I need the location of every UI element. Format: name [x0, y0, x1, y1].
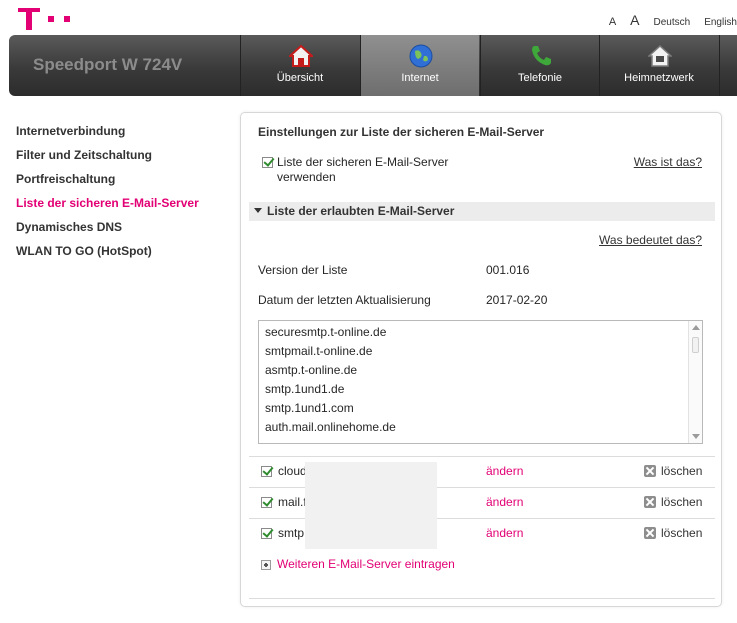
delete-icon[interactable]	[644, 465, 656, 477]
list-item: securesmtp.t-online.de	[265, 325, 387, 339]
server-enabled-checkbox[interactable]	[261, 466, 272, 477]
product-name: Speedport W 724V	[33, 55, 183, 74]
list-item: auth.mail.onlinehome.de	[265, 420, 396, 434]
use-list-checkbox[interactable]	[262, 157, 273, 168]
server-list-box[interactable]: securesmtp.t-online.de smtpmail.t-online…	[258, 320, 703, 444]
tab-heimnetzwerk[interactable]: Heimnetzwerk	[599, 35, 718, 96]
add-server-label: Weiteren E-Mail-Server eintragen	[277, 557, 455, 571]
top-navigation: A A Deutsch English	[609, 12, 737, 28]
tab-label: Telefonie	[517, 72, 563, 84]
sidebar-item-wlan-to-go[interactable]: WLAN TO GO (HotSpot)	[16, 244, 199, 268]
list-scrollbar[interactable]	[688, 321, 702, 443]
date-value: 2017-02-20	[486, 293, 548, 307]
scroll-up-icon[interactable]	[692, 325, 700, 330]
tab-telefonie[interactable]: Telefonie	[480, 35, 599, 96]
sidebar-item-portfreischaltung[interactable]: Portfreischaltung	[16, 172, 199, 196]
tab-internet[interactable]: Internet	[360, 35, 479, 96]
version-value: 001.016	[486, 263, 530, 277]
scroll-thumb[interactable]	[692, 337, 699, 353]
sidebar-item-internetverbindung[interactable]: Internetverbindung	[16, 124, 199, 148]
sidebar-item-mail-server-list[interactable]: Liste der sicheren E-Mail-Server	[16, 196, 199, 220]
tab-label: Heimnetzwerk	[624, 72, 694, 84]
tab-uebersicht[interactable]: Übersicht	[240, 35, 359, 96]
redaction-overlay	[305, 462, 437, 549]
change-link[interactable]: ändern	[486, 526, 523, 540]
change-link[interactable]: ändern	[486, 464, 523, 478]
what-is-this-link[interactable]: Was ist das?	[634, 155, 702, 169]
section-title: Liste der erlaubten E-Mail-Server	[267, 204, 455, 218]
section-header-allowed-servers[interactable]: Liste der erlaubten E-Mail-Server	[249, 202, 715, 221]
plus-icon	[261, 560, 271, 570]
divider	[249, 598, 715, 599]
sidebar-item-dyndns[interactable]: Dynamisches DNS	[16, 220, 199, 244]
home-network-icon	[648, 44, 672, 67]
font-size-small-link[interactable]: A	[609, 16, 616, 28]
language-english-link[interactable]: English	[704, 17, 737, 28]
list-item: asmtp.t-online.de	[265, 363, 358, 377]
list-item: smtpmail.t-online.de	[265, 344, 373, 358]
server-name: smtp.	[278, 526, 308, 540]
tab-label: Internet	[401, 72, 439, 84]
delete-icon[interactable]	[644, 496, 656, 508]
collapse-triangle-icon	[254, 208, 262, 213]
delete-link[interactable]: löschen	[661, 464, 702, 478]
list-item: smtp.1und1.de	[265, 382, 345, 396]
globe-icon	[409, 44, 433, 68]
delete-link[interactable]: löschen	[661, 526, 702, 540]
tab-label: Übersicht	[276, 72, 324, 84]
server-enabled-checkbox[interactable]	[261, 528, 272, 539]
phone-icon	[532, 46, 551, 66]
change-link[interactable]: ändern	[486, 495, 523, 509]
date-label: Datum der letzten Aktualisierung	[258, 293, 431, 307]
version-label: Version der Liste	[258, 263, 348, 277]
delete-icon[interactable]	[644, 527, 656, 539]
scroll-down-icon[interactable]	[692, 434, 700, 439]
sidebar-item-filter[interactable]: Filter und Zeitschaltung	[16, 148, 199, 172]
tab-more[interactable]	[719, 35, 737, 96]
home-icon	[289, 44, 313, 67]
main-header: Speedport W 724V Übersicht Internet Tele…	[9, 35, 737, 96]
what-does-this-mean-link[interactable]: Was bedeutet das?	[599, 233, 702, 247]
language-german-link[interactable]: Deutsch	[654, 17, 691, 28]
sidebar: Internetverbindung Filter und Zeitschalt…	[16, 124, 199, 268]
server-name: mail.f	[278, 495, 307, 509]
server-enabled-checkbox[interactable]	[261, 497, 272, 508]
delete-link[interactable]: löschen	[661, 495, 702, 509]
list-item: smtp.1und1.com	[265, 401, 354, 415]
font-size-large-link[interactable]: A	[630, 12, 639, 28]
use-list-label: Liste der sicheren E-Mail-Server verwend…	[277, 155, 449, 184]
panel-title: Einstellungen zur Liste der sicheren E-M…	[258, 125, 545, 139]
server-name: cloud	[278, 464, 307, 478]
telekom-logo	[18, 8, 72, 30]
